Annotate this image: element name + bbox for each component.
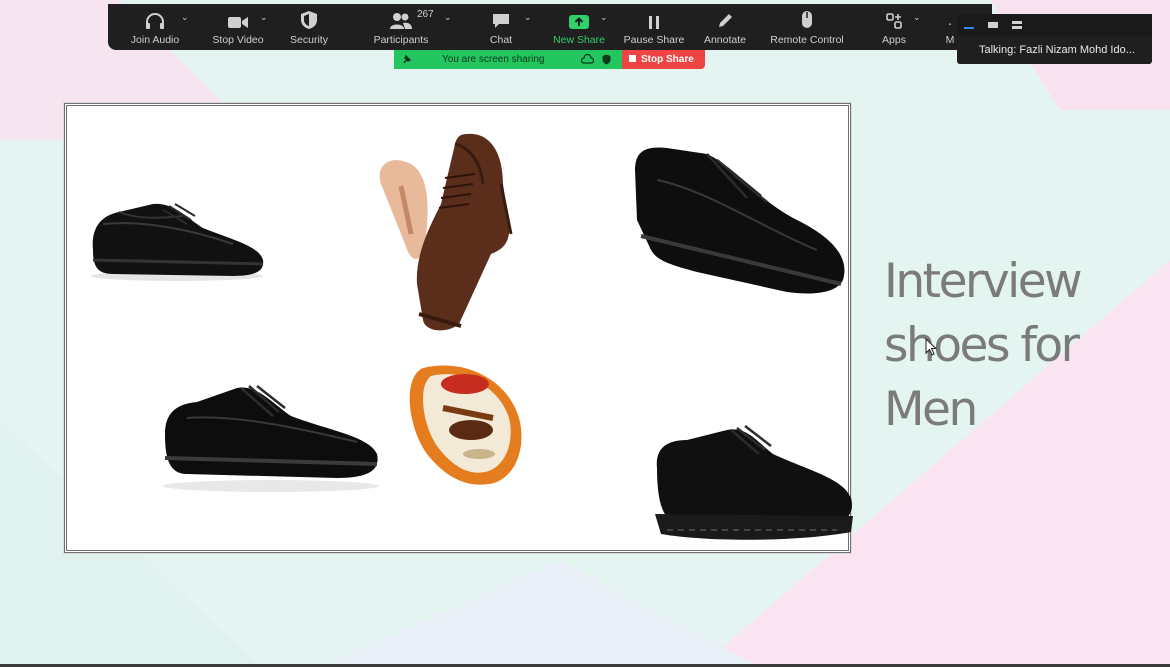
pause-share-button[interactable]: Pause Share (624, 4, 684, 50)
stop-share-label: Stop Share (641, 54, 694, 65)
black-derby-shoe-image (91, 203, 264, 281)
chat-bubble-icon (493, 14, 509, 28)
participants-icon (390, 13, 412, 29)
screen-sharing-banner[interactable]: You are screen sharing (394, 50, 622, 69)
pause-icon (649, 16, 659, 29)
more-dots-icon: · (947, 15, 953, 31)
stop-video-button[interactable]: Stop Video (208, 4, 268, 50)
annotate-label: Annotate (703, 34, 747, 46)
participants-caret[interactable]: ⌄ (444, 12, 452, 23)
slide-heading: Interview shoes for Men (884, 250, 1114, 442)
mouse-icon (802, 11, 812, 28)
shoe-polish-image (409, 365, 522, 485)
share-arrow-icon (569, 15, 589, 29)
new-share-label: New Share (553, 34, 605, 46)
stop-video-caret[interactable]: ⌄ (260, 12, 268, 23)
shield-icon (301, 11, 317, 29)
annotate-button[interactable]: Annotate (702, 4, 748, 50)
minimize-icon[interactable] (963, 19, 975, 31)
join-audio-label: Join Audio (130, 34, 180, 46)
cloud-icon (581, 54, 594, 64)
chat-button[interactable]: Chat (484, 4, 518, 50)
screen-sharing-text: You are screen sharing (442, 54, 545, 65)
brown-oxford-shoe-image (379, 133, 513, 331)
heading-line-3: Men (884, 382, 978, 437)
meeting-toolbar: Join Audio ⌄ Stop Video ⌄ Security Parti… (108, 4, 992, 50)
participants-label: Participants (373, 34, 429, 46)
new-share-caret[interactable]: ⌄ (600, 12, 608, 23)
chat-label: Chat (489, 34, 513, 46)
security-button[interactable]: Security (284, 4, 334, 50)
pin-icon (403, 54, 412, 64)
stop-video-label: Stop Video (212, 34, 264, 46)
shoes-image-frame (64, 103, 853, 553)
pause-share-label: Pause Share (623, 34, 685, 46)
window-controls (957, 14, 1152, 36)
layout-icon[interactable] (1011, 19, 1023, 31)
pencil-icon (719, 14, 732, 27)
apps-label: Apps (882, 34, 906, 46)
join-audio-caret[interactable]: ⌄ (181, 12, 189, 23)
shield-check-icon (602, 54, 611, 65)
headphones-icon (146, 13, 164, 29)
more-label: M (945, 34, 955, 46)
apps-icon (886, 13, 902, 29)
apps-button[interactable]: Apps (880, 4, 908, 50)
talking-indicator: Talking: Fazli Nizam Mohd Ido... (957, 36, 1152, 64)
heading-line-2: shoes for (884, 318, 1080, 373)
black-dress-shoe-image (163, 385, 379, 492)
black-oxford-shoe-image (635, 147, 845, 294)
heading-line-1: Interview (884, 254, 1083, 309)
view-toggle-icon[interactable] (987, 19, 999, 31)
remote-control-button[interactable]: Remote Control (770, 4, 844, 50)
join-audio-button[interactable]: Join Audio (126, 4, 184, 50)
video-camera-icon (228, 17, 248, 28)
stop-share-button[interactable]: Stop Share (622, 50, 705, 69)
participants-count: 267 (417, 9, 434, 20)
apps-caret[interactable]: ⌄ (913, 12, 921, 23)
stop-icon (629, 55, 636, 62)
chat-caret[interactable]: ⌄ (524, 12, 532, 23)
black-chunky-shoe-image (655, 425, 853, 540)
mouse-cursor-icon (925, 338, 937, 356)
security-label: Security (290, 34, 328, 46)
more-button[interactable]: · M (942, 4, 958, 50)
new-share-button[interactable]: New Share (552, 4, 606, 50)
remote-control-label: Remote Control (770, 34, 844, 46)
